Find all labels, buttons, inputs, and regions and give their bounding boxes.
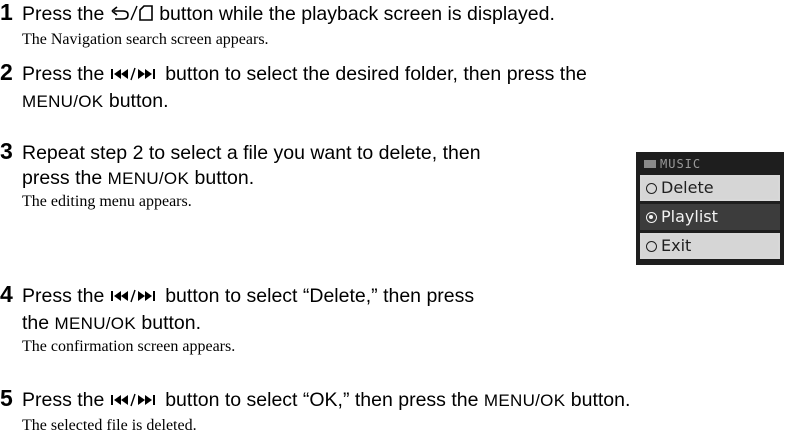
menu-item-label: Exit [661, 236, 692, 255]
step-text: Repeat step 2 to select a file you want … [22, 142, 481, 164]
back-home-button-icon [110, 4, 154, 29]
menu-ok-key: MENU/OK [107, 169, 190, 188]
step-text: the [22, 312, 55, 334]
step-5: 5 Press the button to select “OK,” then p… [0, 386, 630, 437]
step-text: Press the [22, 285, 110, 307]
step-number: 5 [0, 385, 13, 411]
step-number: 4 [0, 281, 13, 307]
skip-buttons-icon [110, 64, 160, 89]
menu-item-label: Delete [661, 178, 714, 197]
step-text: button. [189, 167, 255, 189]
menu-item-playlist[interactable]: Playlist [640, 204, 780, 230]
folder-icon [644, 160, 656, 168]
radio-selected-icon [646, 211, 657, 223]
step-text: button to select “OK,” then press the [159, 389, 484, 411]
step-note: The editing menu appears. [22, 193, 192, 210]
menu-title-text: MUSIC [660, 157, 702, 171]
skip-buttons-icon [110, 286, 160, 311]
step-text: Press the [22, 63, 110, 85]
step-1: 1 Press the button while the playback scr… [0, 0, 555, 51]
step-number: 1 [0, 0, 13, 25]
step-3: 3 Repeat step 2 to select a file you want… [0, 139, 481, 213]
step-note: The selected file is deleted. [22, 417, 197, 434]
step-4: 4 Press the button to select “Delete,” th… [0, 282, 474, 358]
step-2: 2 Press the button to select the desired … [0, 60, 587, 114]
step-text: button. [135, 312, 202, 334]
step-text: button to select the desired folder, the… [159, 63, 587, 85]
step-note: The Navigation search screen appears. [22, 31, 269, 48]
step-text: button. [565, 389, 631, 411]
step-text: press the [22, 167, 108, 189]
skip-buttons-icon [110, 390, 160, 415]
step-text: Press the [22, 389, 110, 411]
step-text: Press the [22, 3, 110, 25]
menu-ok-key: MENU/OK [54, 314, 136, 333]
menu-item-exit[interactable]: Exit [640, 233, 780, 259]
menu-item-label: Playlist [661, 207, 718, 226]
step-number: 3 [0, 138, 13, 164]
step-text: button. [103, 90, 169, 112]
menu-ok-key: MENU/OK [483, 391, 566, 410]
step-text: button to select “Delete,” then press [159, 285, 475, 307]
step-note: The confirmation screen appears. [22, 338, 236, 355]
menu-title: MUSIC [640, 156, 780, 172]
step-number: 2 [0, 59, 13, 85]
menu-item-delete[interactable]: Delete [640, 175, 780, 201]
radio-icon [646, 182, 657, 194]
editing-menu-screen: MUSIC Delete Playlist Exit [636, 152, 784, 265]
step-text: button while the playback screen is disp… [153, 3, 555, 25]
menu-ok-key: MENU/OK [22, 92, 104, 111]
radio-icon [646, 240, 657, 252]
